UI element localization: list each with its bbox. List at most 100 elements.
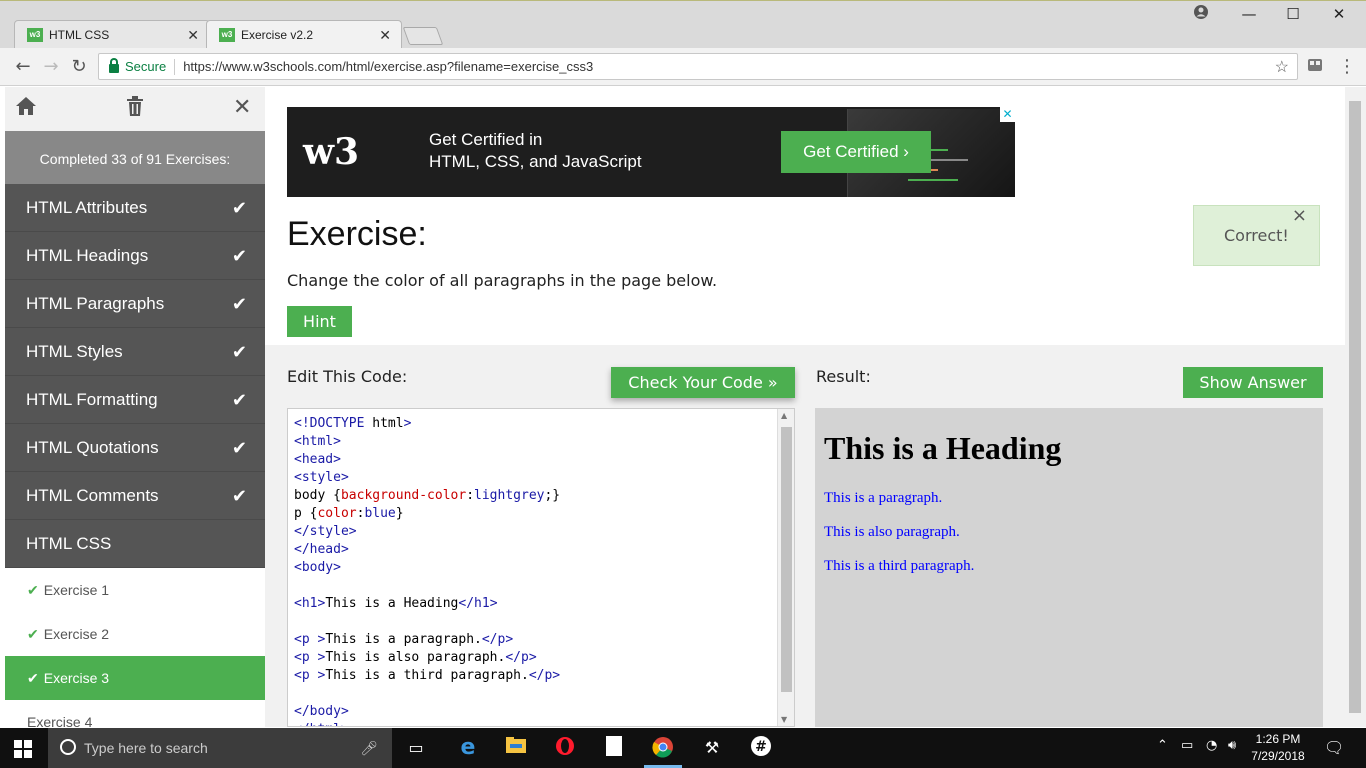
sidebar-item-label: HTML Attributes xyxy=(26,198,148,217)
tray-chevron-icon[interactable]: ⌃ xyxy=(1157,738,1168,753)
sidebar-item-html-paragraphs[interactable]: HTML Paragraphs ✔ xyxy=(5,280,265,328)
exercise-label: Exercise 1 xyxy=(43,582,110,598)
sidebar-item-html-attributes[interactable]: HTML Attributes ✔ xyxy=(5,184,265,232)
exercise-item-4[interactable]: Exercise 4 xyxy=(5,700,265,727)
code-line[interactable]: </html> xyxy=(294,721,560,726)
code-line[interactable]: </style> xyxy=(294,523,560,541)
task-view-icon[interactable]: ▭ xyxy=(404,736,428,760)
check-code-button[interactable]: Check Your Code » xyxy=(611,367,795,398)
code-line[interactable]: <html> xyxy=(294,433,560,451)
url-text[interactable]: https://www.w3schools.com/html/exercise.… xyxy=(183,59,1274,74)
code-line[interactable]: <h1>This is a Heading</h1> xyxy=(294,595,560,613)
exercise-label: Exercise 3 xyxy=(43,670,110,686)
scroll-up-icon[interactable]: ▲ xyxy=(781,411,787,420)
code-text[interactable]: <!DOCTYPE html> <html> <head> <style> body {… xyxy=(294,415,560,726)
windows-start-icon[interactable] xyxy=(14,740,32,758)
exercise-item-2[interactable]: ✔ Exercise 2 xyxy=(5,612,265,656)
checkmark-icon: ✔ xyxy=(27,582,39,598)
volume-icon[interactable]: 🔊︎ xyxy=(1228,738,1236,753)
close-alert-icon[interactable]: × xyxy=(1292,186,1307,246)
sidebar-item-html-quotations[interactable]: HTML Quotations ✔ xyxy=(5,424,265,472)
code-line[interactable]: <style> xyxy=(294,469,560,487)
sidebar-item-html-styles[interactable]: HTML Styles ✔ xyxy=(5,328,265,376)
action-center-icon[interactable]: 🗨︎ xyxy=(1324,738,1344,757)
code-line[interactable]: <head> xyxy=(294,451,560,469)
secure-label: Secure xyxy=(125,59,167,74)
code-editor[interactable]: <!DOCTYPE html> <html> <head> <style> body {… xyxy=(287,408,795,727)
code-line[interactable]: <body> xyxy=(294,559,560,577)
code-line[interactable]: </head> xyxy=(294,541,560,559)
exercise-item-1[interactable]: ✔ Exercise 1 xyxy=(5,568,265,612)
show-answer-button[interactable]: Show Answer xyxy=(1183,367,1323,398)
ad-close-icon[interactable]: ✕ xyxy=(1000,107,1015,122)
bookmark-star-icon[interactable]: ☆ xyxy=(1275,57,1289,77)
address-bar: ← → ↻ Secure https://www.w3schools.com/h… xyxy=(0,48,1366,86)
code-line[interactable] xyxy=(294,613,560,631)
hint-button[interactable]: Hint xyxy=(287,306,352,337)
sidebar-item-label: HTML Formatting xyxy=(26,390,158,409)
exercise-main: w3 Get Certified in HTML, CSS, and JavaS… xyxy=(265,87,1345,727)
slack-icon[interactable]: # xyxy=(749,736,773,760)
opera-icon[interactable] xyxy=(553,736,577,760)
tab-html-css[interactable]: w3 HTML CSS ✕ xyxy=(14,20,210,49)
taskbar-search-box[interactable]: Type here to search 🎤︎ xyxy=(48,728,392,768)
forward-arrow-icon[interactable]: → xyxy=(40,56,62,77)
battery-icon[interactable]: ▭ xyxy=(1181,738,1193,753)
editor-scrollbar[interactable]: ▲ ▼ xyxy=(777,409,794,726)
code-line[interactable]: p {color:blue} xyxy=(294,505,560,523)
reload-icon[interactable]: ↻ xyxy=(68,56,90,77)
cortana-icon xyxy=(60,739,76,755)
code-line[interactable]: <p >This is a third paragraph.</p> xyxy=(294,667,560,685)
new-tab-button[interactable] xyxy=(402,27,444,45)
browser-menu-icon[interactable]: ⋮ xyxy=(1336,56,1358,77)
result-paragraph: This is a third paragraph. xyxy=(824,558,975,574)
page-scrollbar[interactable] xyxy=(1345,87,1366,727)
get-certified-button[interactable]: Get Certified › xyxy=(781,131,931,173)
extension-icon[interactable] xyxy=(1304,57,1326,78)
sidebar-item-html-formatting[interactable]: HTML Formatting ✔ xyxy=(5,376,265,424)
trash-icon[interactable] xyxy=(125,95,145,123)
file-explorer-icon[interactable] xyxy=(504,736,528,760)
microphone-icon[interactable]: 🎤︎ xyxy=(360,728,378,768)
certification-ad-banner[interactable]: w3 Get Certified in HTML, CSS, and JavaS… xyxy=(287,107,1015,197)
ad-line-2: HTML, CSS, and JavaScript xyxy=(429,152,642,171)
back-arrow-icon[interactable]: ← xyxy=(12,56,34,77)
close-tab-icon[interactable]: ✕ xyxy=(187,27,199,44)
wifi-icon[interactable]: ◔ xyxy=(1206,738,1217,753)
close-sidebar-icon[interactable]: ✕ xyxy=(233,95,251,120)
code-line[interactable] xyxy=(294,577,560,595)
code-line[interactable]: <!DOCTYPE html> xyxy=(294,415,560,433)
scroll-thumb[interactable] xyxy=(781,427,792,692)
code-line[interactable]: <p >This is a paragraph.</p> xyxy=(294,631,560,649)
url-omnibox[interactable]: Secure https://www.w3schools.com/html/ex… xyxy=(98,53,1298,80)
tools-icon[interactable]: ⚒ xyxy=(700,736,724,760)
notepad-icon[interactable] xyxy=(602,736,626,760)
edge-icon[interactable]: e xyxy=(456,736,480,760)
sidebar-item-html-headings[interactable]: HTML Headings ✔ xyxy=(5,232,265,280)
exercise-sidebar: ✕ Completed 33 of 91 Exercises: HTML Att… xyxy=(5,87,265,727)
taskbar-clock[interactable]: 1:26 PM 7/29/2018 xyxy=(1246,731,1310,765)
window-close-icon[interactable]: ✕ xyxy=(1316,5,1362,23)
profile-icon[interactable] xyxy=(1178,5,1224,23)
exercise-workspace: Edit This Code: Check Your Code » Result… xyxy=(265,345,1345,727)
completed-counter: Completed 33 of 91 Exercises: xyxy=(5,131,265,184)
maximize-icon[interactable]: ☐ xyxy=(1270,5,1316,23)
sidebar-item-html-css[interactable]: HTML CSS xyxy=(5,520,265,568)
checkmark-icon: ✔ xyxy=(231,342,247,362)
code-line[interactable]: </body> xyxy=(294,703,560,721)
sidebar-item-label: HTML CSS xyxy=(26,534,112,553)
minimize-icon[interactable]: — xyxy=(1226,5,1272,23)
close-tab-icon[interactable]: ✕ xyxy=(379,27,391,44)
exercise-item-3[interactable]: ✔ Exercise 3 xyxy=(5,656,265,700)
checkmark-icon: ✔ xyxy=(231,486,247,506)
chrome-icon[interactable] xyxy=(651,736,675,760)
code-line[interactable] xyxy=(294,685,560,703)
tab-exercise[interactable]: w3 Exercise v2.2 ✕ xyxy=(206,20,402,49)
scroll-thumb[interactable] xyxy=(1349,101,1361,713)
sidebar-item-label: HTML Paragraphs xyxy=(26,294,165,313)
scroll-down-icon[interactable]: ▼ xyxy=(781,715,787,724)
home-icon[interactable] xyxy=(15,95,37,123)
sidebar-item-html-comments[interactable]: HTML Comments ✔ xyxy=(5,472,265,520)
code-line[interactable]: <p >This is also paragraph.</p> xyxy=(294,649,560,667)
code-line[interactable]: body {background-color:lightgrey;} xyxy=(294,487,560,505)
